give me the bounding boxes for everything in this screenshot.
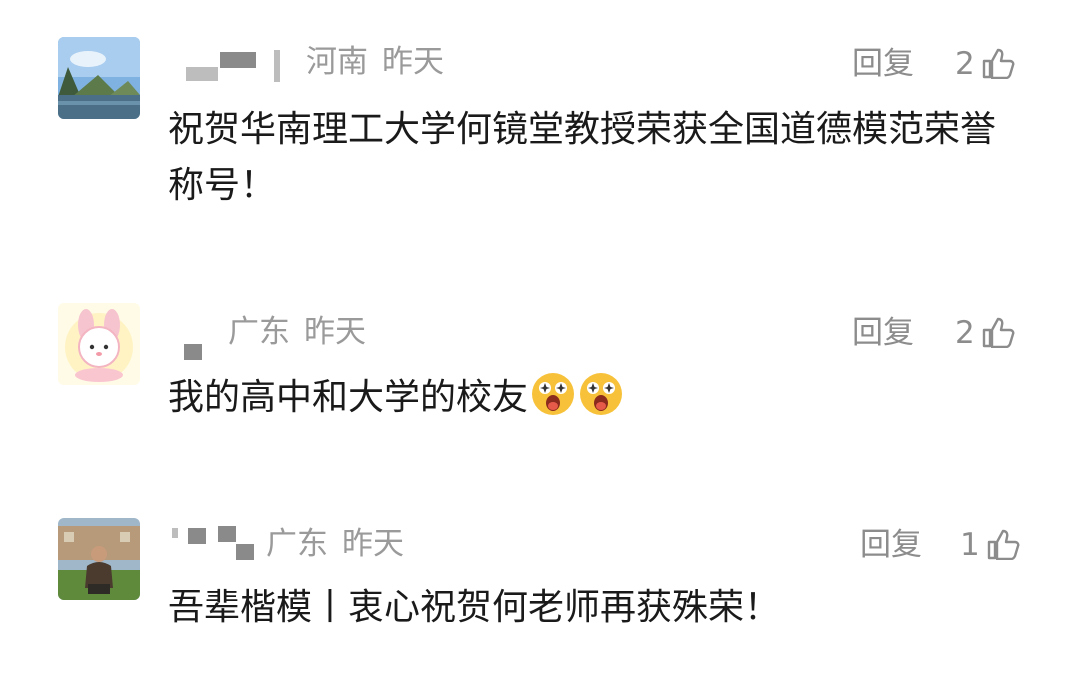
username-mask[interactable] (172, 528, 178, 538)
username-mask[interactable] (236, 544, 254, 560)
username-mask[interactable] (188, 528, 206, 544)
thumbs-up-icon (987, 529, 1020, 561)
comment-item-3: 广东 昨天 回复 1 吾辈楷模丨衷心祝贺何老师再获殊荣！ (0, 0, 1080, 673)
like-count: 1 (960, 527, 980, 563)
reply-button[interactable]: 回复 (860, 525, 922, 565)
like-button[interactable]: 1 (960, 525, 1020, 565)
comment-text: 吾辈楷模丨衷心祝贺何老师再获殊荣！ (168, 587, 781, 628)
person-photo-avatar-icon[interactable] (58, 518, 140, 600)
time-label: 昨天 (342, 526, 404, 562)
location-label: 广东 (266, 526, 328, 562)
username-mask[interactable] (218, 526, 236, 542)
